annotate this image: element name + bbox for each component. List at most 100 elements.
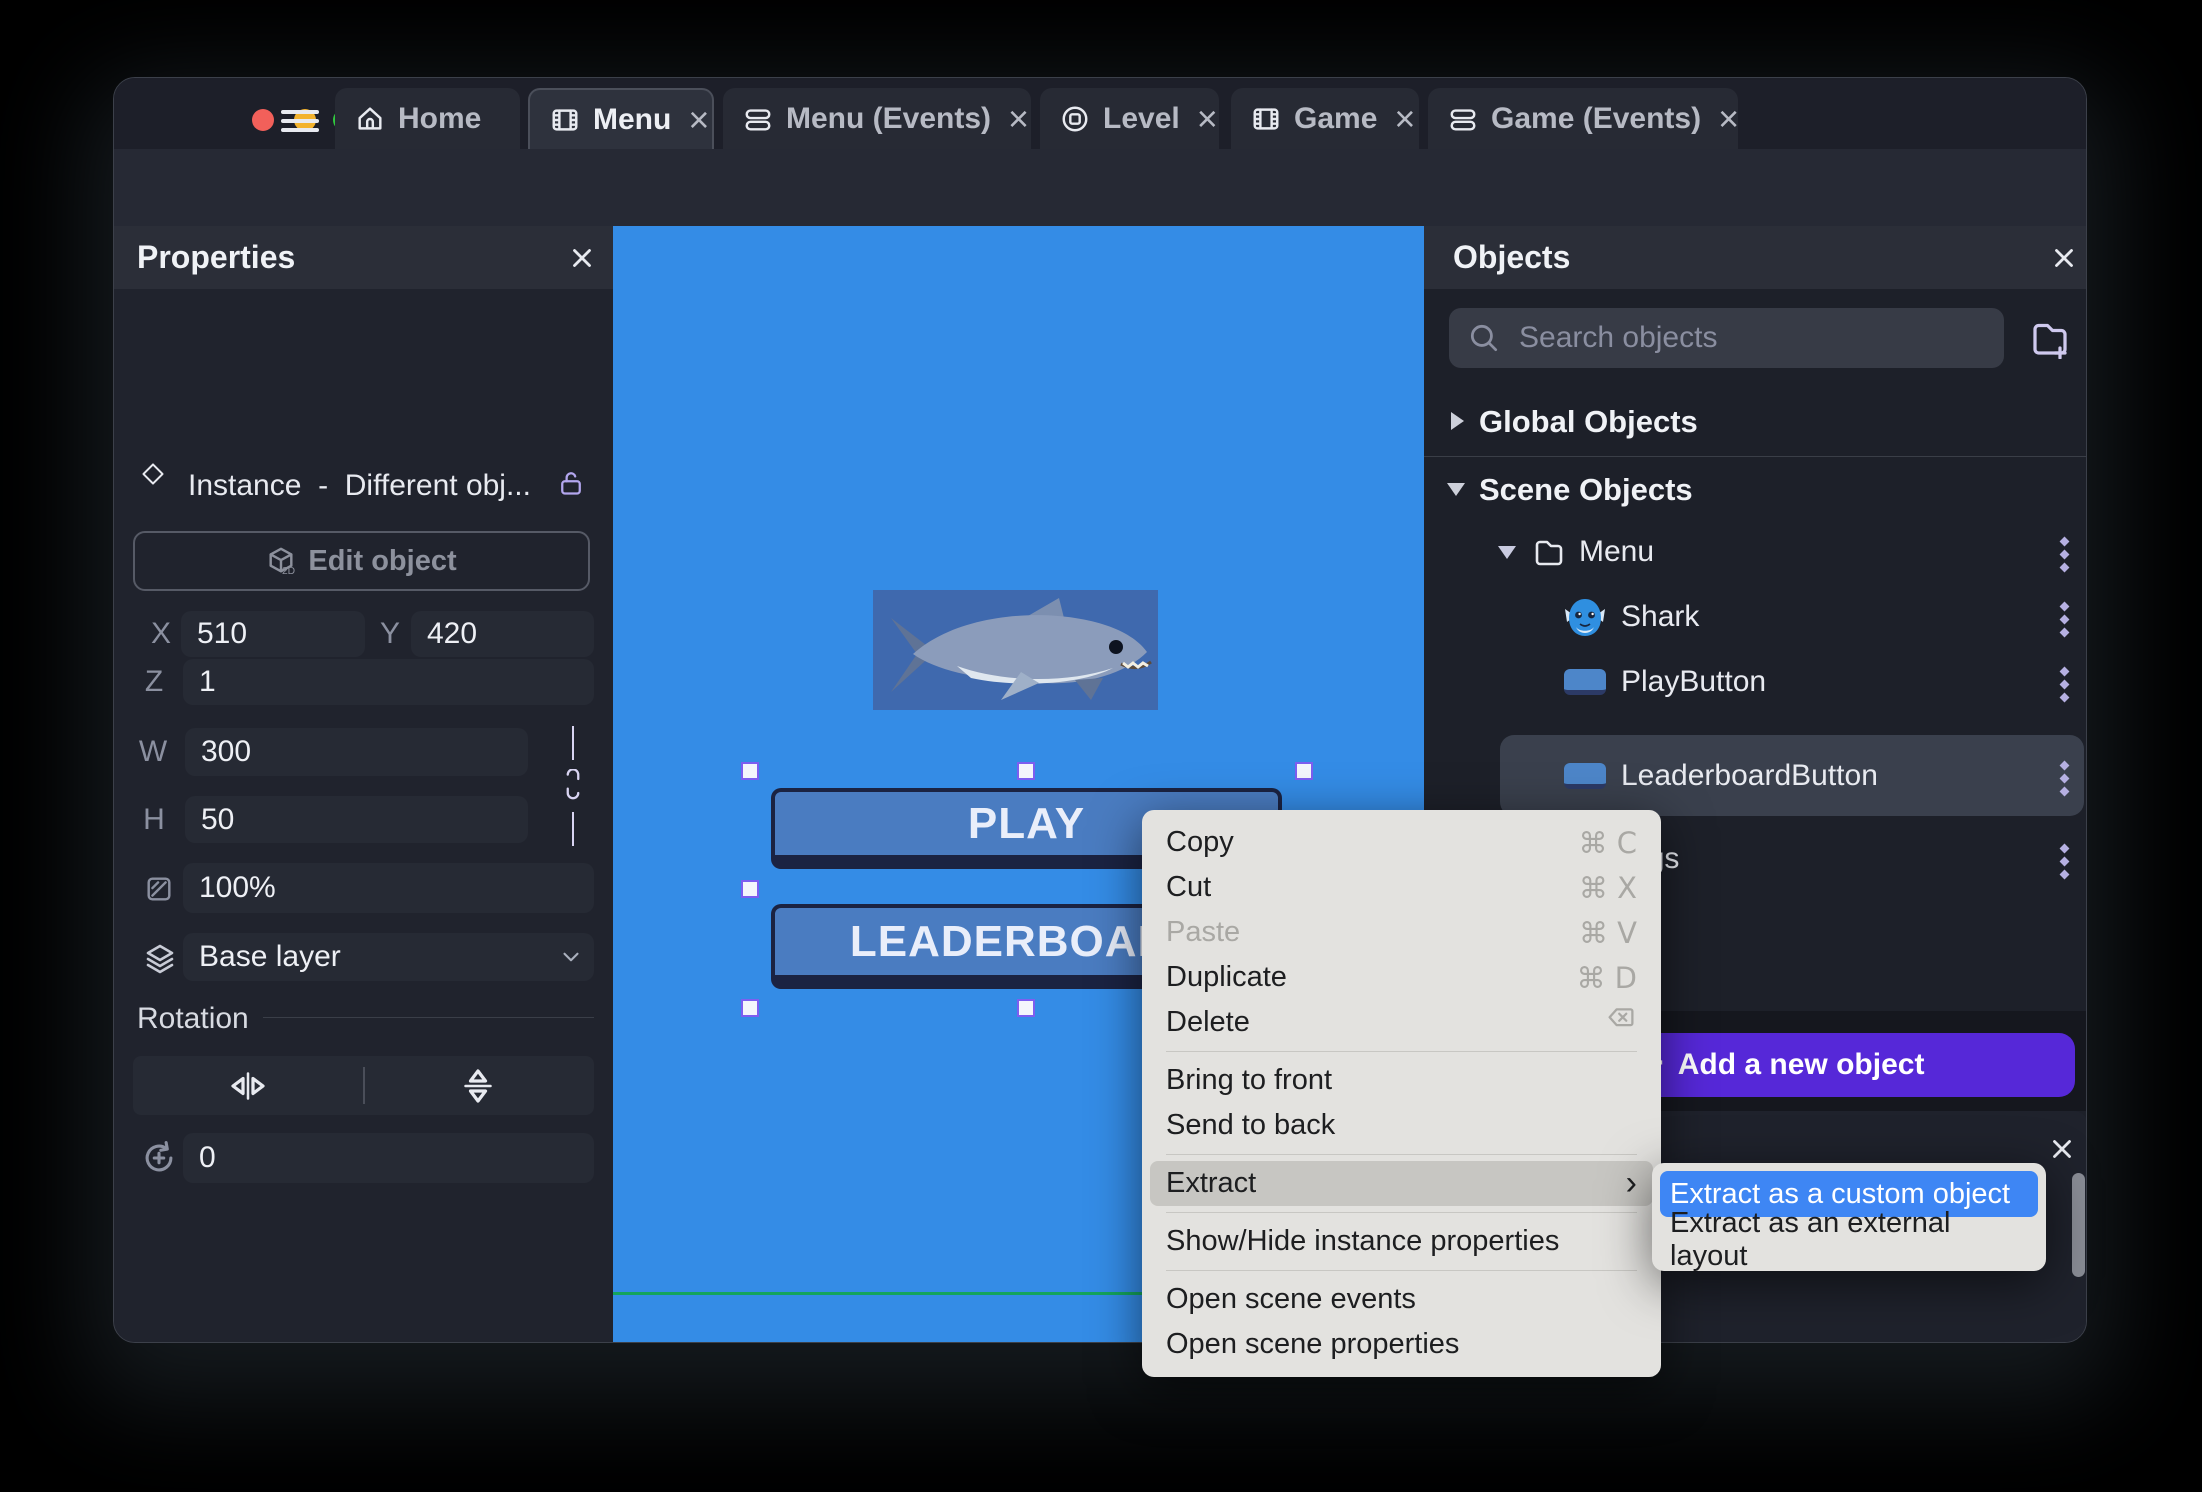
backspace-icon bbox=[1605, 1005, 1637, 1040]
objects-title: Objects bbox=[1453, 239, 1571, 275]
h-label: H bbox=[143, 802, 165, 836]
close-tab-icon[interactable]: × bbox=[1718, 100, 1739, 136]
unlock-icon[interactable] bbox=[556, 466, 586, 500]
menu-item-delete[interactable]: Delete bbox=[1142, 1000, 1661, 1045]
rotate-angle-icon bbox=[140, 1139, 178, 1177]
shortcut-label: ⌘ D bbox=[1576, 960, 1637, 995]
app-window: Home Menu × Menu (Events) × Level × Game × Game (… bbox=[113, 77, 2087, 1343]
instance-icon bbox=[141, 462, 165, 486]
shortcut-label: ⌘ X bbox=[1578, 870, 1637, 905]
menu-divider bbox=[1166, 1154, 1637, 1155]
opacity-input[interactable]: 100% bbox=[183, 863, 594, 913]
layer-select[interactable]: Base layer bbox=[183, 933, 594, 981]
menu-item-extract[interactable]: Extract › bbox=[1150, 1161, 1653, 1206]
events-icon bbox=[743, 104, 773, 134]
selection-handle[interactable] bbox=[741, 999, 759, 1017]
kebab-menu-icon[interactable] bbox=[2059, 756, 2070, 801]
z-label: Z bbox=[144, 665, 164, 698]
wh-link-icon[interactable] bbox=[559, 769, 587, 802]
y-input[interactable]: 420 bbox=[411, 611, 594, 657]
instance-title: Instance - Different obj... bbox=[188, 469, 531, 502]
tab-menu[interactable]: Menu × bbox=[528, 88, 714, 149]
h-input[interactable]: 50 bbox=[185, 796, 528, 843]
film-icon bbox=[550, 105, 580, 135]
properties-title: Properties bbox=[137, 239, 296, 275]
menu-item-paste[interactable]: Paste ⌘ V bbox=[1142, 910, 1661, 955]
menu-divider bbox=[1166, 1270, 1637, 1271]
close-icon[interactable] bbox=[564, 226, 600, 289]
kebab-menu-icon[interactable] bbox=[2059, 597, 2070, 642]
toolbar: Preview Share bbox=[114, 149, 2086, 288]
triangle-expanded-icon[interactable] bbox=[1447, 483, 1465, 496]
search-placeholder: Search objects bbox=[1519, 321, 1718, 354]
section-scene-objects-label[interactable]: Scene Objects bbox=[1479, 472, 1693, 508]
hamburger-menu-icon[interactable] bbox=[281, 105, 319, 137]
wh-link-line-top bbox=[572, 726, 574, 760]
kebab-menu-icon[interactable] bbox=[2059, 839, 2070, 884]
section-divider bbox=[1424, 456, 2086, 457]
button-object-icon bbox=[1564, 669, 1606, 695]
close-tab-icon[interactable]: × bbox=[1394, 100, 1415, 136]
tab-level[interactable]: Level × bbox=[1040, 88, 1219, 149]
close-icon[interactable] bbox=[2044, 1131, 2080, 1167]
close-icon[interactable] bbox=[2046, 226, 2082, 289]
selection-handle[interactable] bbox=[1017, 762, 1035, 780]
layers-icon bbox=[144, 942, 176, 974]
x-input[interactable]: 510 bbox=[181, 611, 365, 657]
edit-object-button[interactable]: 2D Edit object bbox=[133, 531, 590, 591]
selection-handle[interactable] bbox=[741, 762, 759, 780]
svg-text:2D: 2D bbox=[282, 566, 295, 576]
cube-2d-icon: 2D bbox=[266, 546, 296, 576]
menu-divider bbox=[1166, 1212, 1637, 1213]
search-input[interactable]: Search objects bbox=[1449, 308, 2004, 368]
tab-game[interactable]: Game × bbox=[1231, 88, 1419, 149]
menu-item-open-scene-properties[interactable]: Open scene properties bbox=[1142, 1322, 1661, 1367]
triangle-collapsed-icon[interactable] bbox=[1451, 412, 1464, 430]
close-tab-icon[interactable]: × bbox=[1008, 100, 1029, 136]
scrollbar-thumb[interactable] bbox=[2072, 1173, 2085, 1277]
events-icon bbox=[1448, 104, 1478, 134]
shortcut-label: ⌘ C bbox=[1578, 825, 1637, 860]
add-folder-icon[interactable] bbox=[2029, 316, 2071, 360]
shark-sprite[interactable] bbox=[873, 590, 1158, 710]
shark-object-icon bbox=[1563, 595, 1607, 639]
w-label: W bbox=[138, 735, 168, 768]
kebab-menu-icon[interactable] bbox=[2059, 532, 2070, 577]
triangle-expanded-icon[interactable] bbox=[1498, 546, 1516, 559]
menu-item-show-hide-instance-properties[interactable]: Show/Hide instance properties bbox=[1142, 1219, 1661, 1264]
z-input[interactable]: 1 bbox=[183, 659, 594, 705]
close-tab-icon[interactable]: × bbox=[688, 101, 709, 137]
section-global-objects-label[interactable]: Global Objects bbox=[1479, 404, 1698, 440]
selection-handle[interactable] bbox=[1295, 762, 1313, 780]
close-tab-icon[interactable]: × bbox=[1197, 100, 1218, 136]
kebab-menu-icon[interactable] bbox=[2059, 662, 2070, 707]
wh-link-line-bottom bbox=[572, 812, 574, 846]
tree-item-playbutton-label[interactable]: PlayButton bbox=[1621, 665, 1766, 699]
selection-handle[interactable] bbox=[741, 880, 759, 898]
tree-item-leaderboardbutton-label[interactable]: LeaderboardButton bbox=[1621, 759, 1878, 793]
w-input[interactable]: 300 bbox=[185, 728, 528, 776]
chevron-down-icon bbox=[558, 944, 584, 970]
properties-header: Properties bbox=[114, 226, 613, 289]
tab-menu-events-[interactable]: Menu (Events) × bbox=[723, 88, 1031, 149]
menu-item-cut[interactable]: Cut ⌘ X bbox=[1142, 865, 1661, 910]
menu-item-bring-to-front[interactable]: Bring to front bbox=[1142, 1058, 1661, 1103]
macos-close-button[interactable] bbox=[252, 109, 274, 131]
selection-handle[interactable] bbox=[1017, 999, 1035, 1017]
tree-item-shark-label[interactable]: Shark bbox=[1621, 600, 1699, 634]
menu-item-duplicate[interactable]: Duplicate ⌘ D bbox=[1142, 955, 1661, 1000]
flip-vertical-button[interactable] bbox=[458, 1066, 498, 1106]
submenu-item-extract-as-an-external-layout[interactable]: Extract as an external layout bbox=[1652, 1207, 2046, 1272]
tree-item-menu-label[interactable]: Menu bbox=[1579, 535, 1654, 569]
tab-game-events-[interactable]: Game (Events) × bbox=[1428, 88, 1739, 149]
search-icon bbox=[1449, 320, 1519, 356]
shortcut-label: ⌘ V bbox=[1578, 915, 1637, 950]
menu-item-send-to-back[interactable]: Send to back bbox=[1142, 1103, 1661, 1148]
context-menu: Copy ⌘ C Cut ⌘ X Paste ⌘ V Duplicate ⌘ D Delete B… bbox=[1142, 810, 1661, 1377]
button-object-icon bbox=[1564, 763, 1606, 789]
menu-item-open-scene-events[interactable]: Open scene events bbox=[1142, 1277, 1661, 1322]
flip-horizontal-button[interactable] bbox=[228, 1066, 268, 1106]
menu-item-copy[interactable]: Copy ⌘ C bbox=[1142, 820, 1661, 865]
angle-input[interactable]: 0 bbox=[183, 1133, 594, 1183]
tab-home[interactable]: Home bbox=[335, 88, 520, 149]
